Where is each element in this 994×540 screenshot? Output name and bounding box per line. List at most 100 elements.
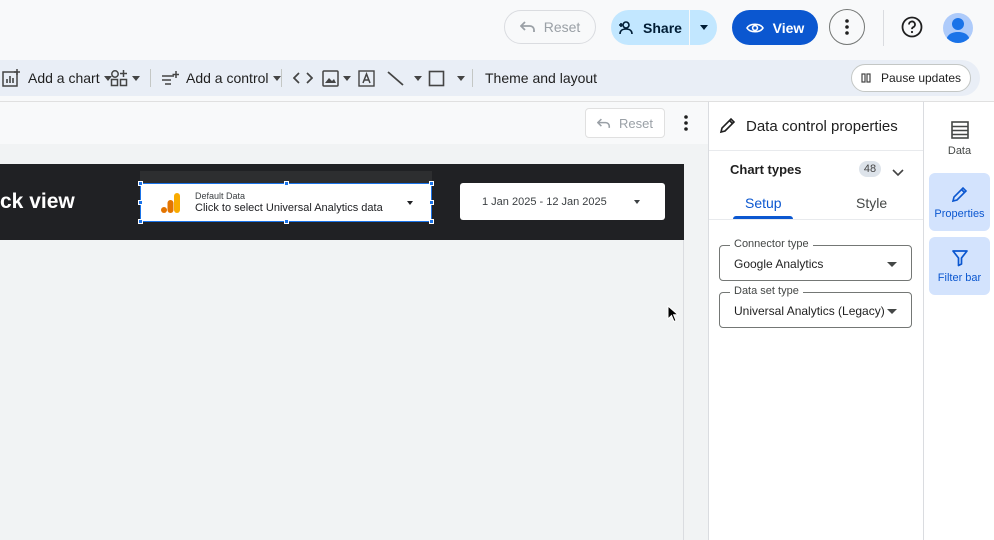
person-icon: [946, 18, 970, 43]
data-control-text: Default Data Click to select Universal A…: [195, 191, 383, 215]
share-dropdown-button[interactable]: [689, 10, 717, 45]
pause-updates-label: Pause updates: [880, 71, 962, 85]
undo-icon: [519, 21, 535, 32]
theme-layout-button[interactable]: Theme and layout: [485, 60, 597, 96]
report-page[interactable]: ck view Default Data Click to select Uni…: [0, 164, 684, 540]
report-title[interactable]: ck view: [0, 190, 75, 214]
toolbar-separator: [281, 69, 282, 87]
properties-panel: Data control properties Chart types 48 S…: [708, 101, 924, 540]
caret-down-icon: [887, 309, 897, 314]
help-icon[interactable]: [901, 16, 923, 38]
date-range-value: 1 Jan 2025 - 12 Jan 2025: [482, 195, 607, 208]
table-icon: [950, 120, 969, 139]
components-icon: [110, 70, 128, 87]
reset-button[interactable]: Reset: [504, 10, 596, 44]
connector-type-select[interactable]: Connector type Google Analytics: [719, 238, 912, 281]
control-icon: [162, 71, 179, 85]
chevron-down-icon[interactable]: [892, 164, 904, 182]
selection-handle[interactable]: [138, 219, 143, 224]
toolbar-separator: [472, 69, 473, 87]
add-chart-label: Add a chart: [28, 70, 100, 86]
panel-title: Data control properties: [746, 118, 898, 135]
selection-handle[interactable]: [138, 181, 143, 186]
shape-menu[interactable]: [428, 60, 465, 96]
dataset-type-value: Universal Analytics (Legacy): [734, 304, 885, 318]
report-canvas[interactable]: Reset ck view Default Data Click to sele…: [0, 101, 708, 540]
top-bar: Reset Share View: [0, 0, 994, 56]
tab-setup[interactable]: Setup: [745, 195, 782, 211]
avatar[interactable]: [943, 13, 973, 43]
rail-label-properties: Properties: [934, 207, 985, 220]
canvas-toolbar: Reset: [0, 102, 708, 144]
rail-item-data[interactable]: Data: [929, 109, 990, 167]
caret-down-icon: [272, 75, 281, 81]
line-icon: [387, 70, 404, 86]
divider: [883, 10, 884, 46]
selection-handle[interactable]: [284, 181, 289, 186]
caret-down-icon: [414, 75, 422, 81]
add-control-label: Add a control: [186, 70, 269, 86]
more-options-button[interactable]: [829, 9, 865, 45]
data-source-control[interactable]: Default Data Click to select Universal A…: [138, 181, 434, 224]
add-control-menu[interactable]: Add a control: [161, 60, 281, 96]
dataset-type-label: Data set type: [730, 285, 803, 297]
tab-style[interactable]: Style: [856, 195, 887, 211]
pause-icon: [861, 73, 871, 83]
pencil-icon: [719, 116, 737, 139]
caret-down-icon: [634, 200, 640, 204]
date-range-control[interactable]: 1 Jan 2025 - 12 Jan 2025: [460, 183, 665, 220]
add-chart-menu[interactable]: Add a chart: [2, 60, 112, 96]
data-control-value: Click to select Universal Analytics data: [195, 201, 383, 214]
divider: [709, 219, 924, 220]
add-component-menu[interactable]: [110, 60, 140, 96]
more-vert-icon: [845, 19, 849, 35]
selection-handle[interactable]: [429, 200, 434, 205]
selection-handle[interactable]: [138, 200, 143, 205]
rail-label-filter-bar: Filter bar: [937, 271, 982, 284]
embed-url-button[interactable]: [293, 60, 313, 96]
chart-types-count: 48: [859, 161, 881, 177]
toolbar-separator: [150, 69, 151, 87]
report-header[interactable]: ck view Default Data Click to select Uni…: [0, 164, 684, 240]
code-icon: [293, 72, 313, 84]
filter-icon: [951, 249, 968, 266]
rail-item-filter-bar[interactable]: Filter bar: [929, 237, 990, 295]
selection-handle[interactable]: [429, 219, 434, 224]
add-person-icon: [619, 20, 633, 34]
analytics-logo-icon: [161, 193, 180, 213]
divider: [709, 150, 924, 151]
caret-down-icon: [457, 75, 465, 81]
selection-handle[interactable]: [429, 181, 434, 186]
share-label: Share: [643, 19, 682, 36]
eye-icon: [745, 22, 764, 33]
chart-types-label[interactable]: Chart types: [730, 162, 802, 177]
pause-updates-button[interactable]: Pause updates: [851, 64, 971, 92]
caret-down-icon: [699, 25, 708, 30]
text-box-icon: [358, 69, 375, 87]
rectangle-icon: [428, 70, 445, 86]
caret-down-icon: [887, 262, 897, 267]
text-button[interactable]: [358, 60, 375, 96]
data-control-label: Default Data: [195, 190, 246, 201]
pencil-icon: [951, 186, 967, 202]
mouse-cursor-icon: [667, 305, 679, 323]
more-vert-icon[interactable]: [680, 114, 692, 132]
selection-handle[interactable]: [284, 219, 289, 224]
image-menu[interactable]: [322, 60, 351, 96]
share-button[interactable]: Share: [611, 10, 689, 45]
caret-down-icon: [407, 201, 413, 205]
image-icon: [322, 69, 339, 87]
theme-layout-label: Theme and layout: [485, 70, 598, 86]
canvas-reset-button[interactable]: Reset: [585, 108, 665, 138]
reset-label: Reset: [543, 19, 581, 35]
line-menu[interactable]: [387, 60, 422, 96]
caret-down-icon: [343, 75, 351, 81]
rail-item-properties[interactable]: Properties: [929, 173, 990, 231]
caret-down-icon: [132, 75, 140, 81]
connector-type-value: Google Analytics: [734, 257, 824, 271]
undo-icon: [597, 118, 611, 128]
connector-type-label: Connector type: [730, 238, 813, 250]
view-button[interactable]: View: [732, 10, 818, 45]
rail-label-data: Data: [947, 144, 972, 157]
dataset-type-select[interactable]: Data set type Universal Analytics (Legac…: [719, 285, 912, 328]
